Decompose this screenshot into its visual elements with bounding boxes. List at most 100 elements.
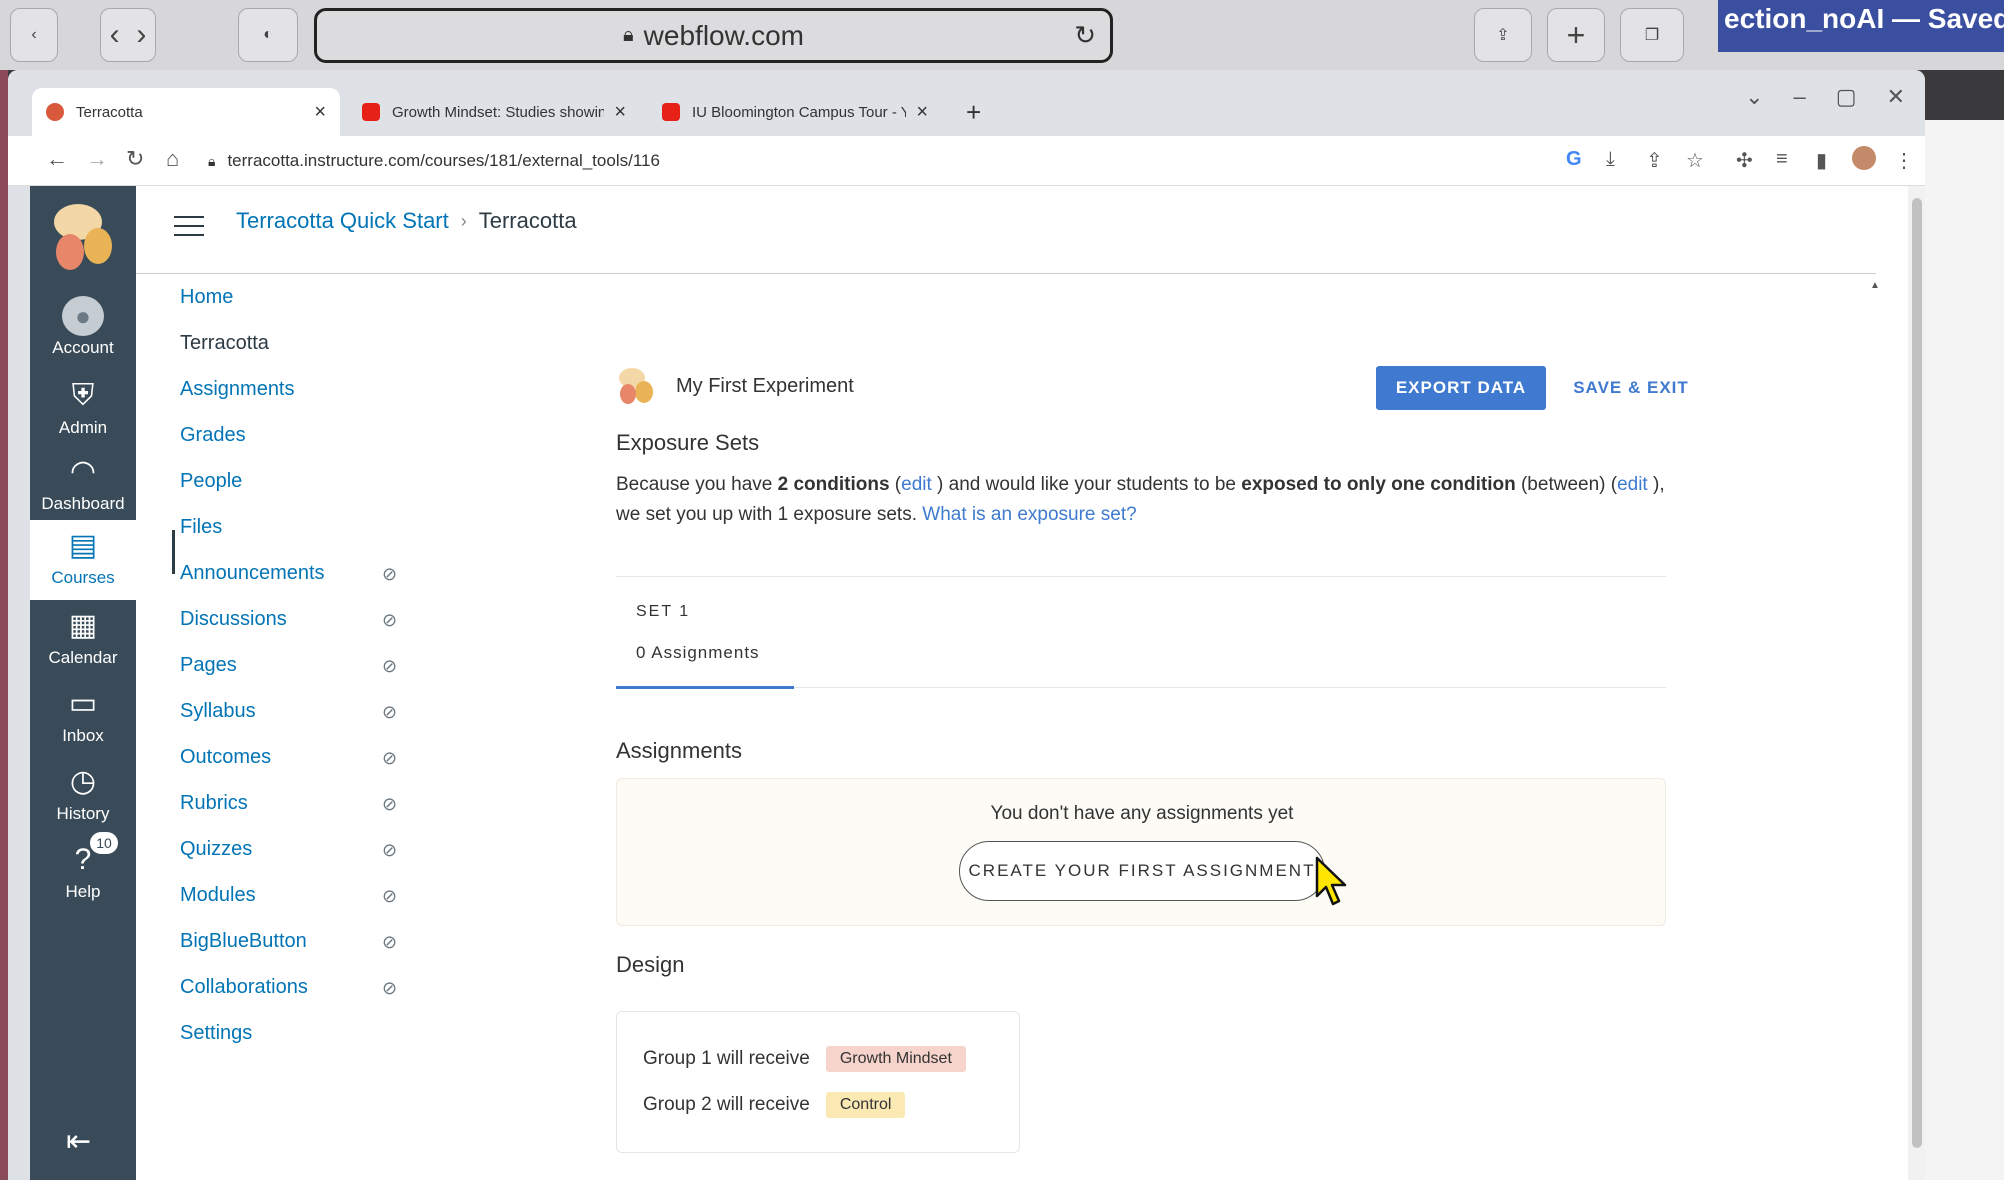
nav-label: Admin [58, 418, 108, 437]
course-nav-label: Outcomes [180, 746, 272, 768]
extensions-icon[interactable]: ✣ [1736, 148, 1753, 173]
nav-history[interactable]: ◷ History [30, 756, 136, 832]
breadcrumb-separator: › [460, 210, 467, 231]
course-nav-item[interactable]: Outcomes ⊘ [180, 746, 397, 769]
what-is-exposure-set-link[interactable]: What is an exposure set? [922, 504, 1136, 525]
hamburger-icon[interactable] [174, 216, 204, 238]
assignments-empty-state: You don't have any assignments yet CREAT… [616, 778, 1666, 926]
course-nav-label: BigBlueButton [180, 930, 307, 952]
inner-scrollbar[interactable]: ▲ [1866, 280, 1880, 1160]
hidden-eye-icon: ⊘ [382, 886, 398, 906]
course-nav-item[interactable]: BigBlueButton ⊘ [180, 930, 397, 953]
nav-account[interactable]: ● Account [30, 290, 136, 366]
home-icon[interactable]: ⌂ [166, 146, 179, 172]
nav-courses[interactable]: ▤ Courses [30, 520, 136, 600]
side-panel-icon[interactable]: ▮ [1816, 148, 1827, 173]
create-first-assignment-button[interactable]: CREATE YOUR FIRST ASSIGNMENT [959, 841, 1325, 901]
back-icon[interactable]: ← [46, 146, 68, 172]
share-icon[interactable]: ⇪ [1646, 148, 1663, 173]
close-icon[interactable]: ✕ [1887, 84, 1905, 110]
maximize-icon[interactable]: ▢ [1836, 84, 1857, 110]
course-header: Terracotta Quick Start › Terracotta [136, 186, 1876, 274]
reload-icon[interactable]: ↻ [1074, 20, 1096, 51]
institution-logo[interactable] [48, 200, 118, 274]
tab-strip: Terracotta × Growth Mindset: Studies sho… [8, 70, 1925, 136]
course-nav-label: Syllabus [180, 700, 256, 722]
close-icon[interactable]: × [314, 101, 326, 124]
course-nav-label: Home [180, 286, 234, 308]
nav-dashboard[interactable]: ◠ Dashboard [30, 446, 136, 522]
course-nav-item[interactable]: People [180, 470, 242, 493]
tab-set-1[interactable]: SET 1 0 Assignments [616, 577, 794, 689]
breadcrumb-course-link[interactable]: Terracotta Quick Start [236, 208, 449, 234]
calendar-icon: ▦ [68, 609, 98, 642]
course-nav-item[interactable]: Files [180, 516, 222, 539]
minimize-icon[interactable]: – [1794, 84, 1806, 110]
hidden-eye-icon: ⊘ [382, 610, 398, 630]
new-tab-button[interactable]: + [952, 88, 992, 136]
menu-icon[interactable]: ⋮ [1894, 148, 1914, 173]
save-exit-button[interactable]: SAVE & EXIT [1566, 366, 1696, 410]
collapse-nav-icon[interactable]: ⇤ [66, 1124, 91, 1159]
account-icon: ● [62, 296, 104, 336]
text: ( [889, 474, 902, 495]
tab-terracotta[interactable]: Terracotta × [32, 88, 340, 136]
new-tab-icon[interactable]: + [1547, 8, 1605, 62]
course-nav-item[interactable]: Modules ⊘ [180, 884, 397, 907]
lock-icon: 🔒︎ [208, 152, 216, 169]
nav-buttons[interactable]: ‹ › [100, 8, 156, 62]
forward-icon[interactable]: → [86, 146, 108, 172]
course-nav-label: Pages [180, 654, 237, 676]
course-nav-item[interactable]: Terracotta [180, 332, 269, 355]
course-nav-item[interactable]: Announcements ⊘ [180, 562, 397, 585]
course-nav-item[interactable]: Rubrics ⊘ [180, 792, 397, 815]
nav-admin[interactable]: ⛨ Admin [30, 370, 136, 446]
course-nav-item[interactable]: Assignments [180, 378, 295, 401]
page-scrollbar[interactable] [1908, 186, 1925, 1180]
courses-icon: ▤ [68, 529, 98, 562]
course-nav-item[interactable]: Quizzes ⊘ [180, 838, 397, 861]
scrollbar-thumb[interactable] [1912, 198, 1922, 1148]
chevron-down-icon[interactable]: ⌄ [1745, 84, 1763, 110]
course-nav-item[interactable]: Home [180, 286, 233, 309]
edit-conditions-link[interactable]: edit [901, 474, 932, 495]
hidden-eye-icon: ⊘ [382, 748, 398, 768]
export-data-button[interactable]: EXPORT DATA [1376, 366, 1546, 410]
tab-growth-mindset[interactable]: Growth Mindset: Studies showing × [348, 88, 640, 136]
address-bar[interactable]: 🔒︎ terracotta.instructure.com/courses/18… [208, 143, 1288, 179]
group-row: Group 2 will receive Control [643, 1092, 906, 1118]
close-icon[interactable]: × [916, 101, 928, 124]
course-nav-label: People [180, 470, 243, 492]
course-nav-item[interactable]: Grades [180, 424, 246, 447]
text: ) and would like your students to be [931, 474, 1242, 495]
set-label: SET 1 [636, 603, 691, 620]
install-icon[interactable]: ⤓ [1606, 148, 1615, 171]
avatar[interactable] [1852, 146, 1876, 170]
course-nav-item[interactable]: Pages ⊘ [180, 654, 397, 677]
safari-address-bar[interactable]: 🔒︎ webflow.com ↻ [314, 8, 1113, 63]
back-icon[interactable]: ‹ [10, 8, 58, 62]
breadcrumb-current: Terracotta [478, 208, 577, 233]
google-icon[interactable]: G [1566, 148, 1582, 171]
chrome-window: Terracotta × Growth Mindset: Studies sho… [8, 70, 1925, 1180]
media-icon[interactable]: ≡ [1776, 148, 1788, 171]
star-icon[interactable]: ☆ [1686, 148, 1704, 173]
hidden-eye-icon: ⊘ [382, 794, 398, 814]
reload-icon[interactable]: ↻ [126, 146, 144, 172]
close-icon[interactable]: × [614, 101, 626, 124]
tabs-overview-icon[interactable]: ❐ [1620, 8, 1684, 62]
course-nav-item[interactable]: Discussions ⊘ [180, 608, 397, 631]
nav-label: Calendar [48, 648, 118, 667]
course-nav-item[interactable]: Collaborations ⊘ [180, 976, 397, 999]
course-nav-item[interactable]: Settings [180, 1022, 252, 1045]
nav-help[interactable]: ? 10 Help [30, 832, 136, 910]
tab-iu-tour[interactable]: IU Bloomington Campus Tour - Y × [648, 88, 942, 136]
window-controls: ⌄ – ▢ ✕ [1745, 84, 1905, 110]
course-nav-item[interactable]: Syllabus ⊘ [180, 700, 397, 723]
nav-inbox[interactable]: ▭ Inbox [30, 678, 136, 754]
share-icon[interactable]: ⇪ [1474, 8, 1532, 62]
shield-icon[interactable]: ◐ [238, 8, 298, 62]
nav-calendar[interactable]: ▦ Calendar [30, 600, 136, 676]
edit-exposure-link[interactable]: edit [1617, 474, 1648, 495]
mouse-cursor [1315, 856, 1351, 913]
